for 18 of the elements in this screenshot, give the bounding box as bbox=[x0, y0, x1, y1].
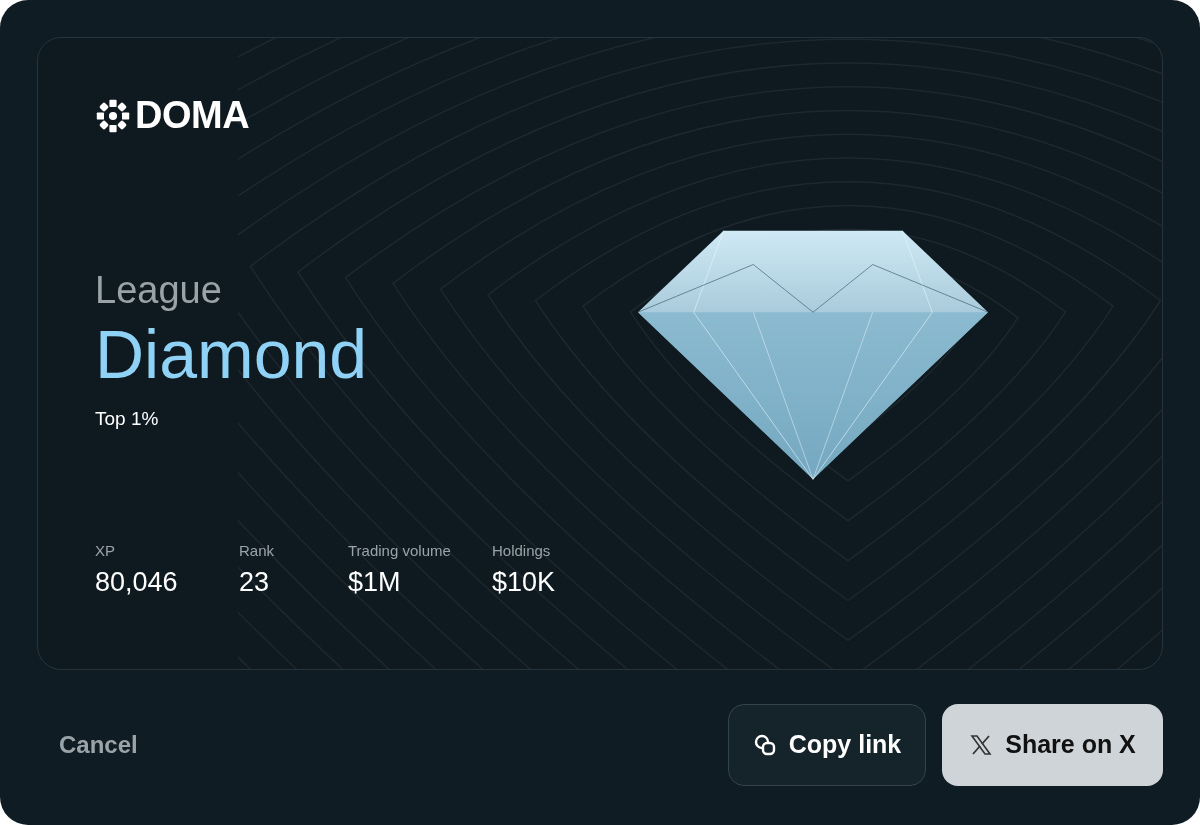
cancel-button[interactable]: Cancel bbox=[37, 730, 138, 759]
copy-link-button[interactable]: Copy link bbox=[728, 703, 926, 786]
logo-icon bbox=[95, 97, 131, 134]
stat-label: Rank bbox=[239, 542, 276, 559]
stat-value: 23 bbox=[239, 567, 271, 598]
stat-label: Holdings bbox=[492, 542, 552, 559]
share-on-x-button[interactable]: Share on X bbox=[942, 703, 1163, 786]
brand-name: DOMA bbox=[135, 94, 250, 137]
league-title: Diamond bbox=[95, 320, 368, 388]
stat-value: $10K bbox=[492, 567, 556, 598]
stat-label: Trading volume bbox=[348, 542, 452, 559]
stat-value: 80,046 bbox=[95, 567, 179, 598]
league-label: League bbox=[95, 269, 222, 312]
stat-label: XP bbox=[95, 542, 116, 559]
copy-icon bbox=[752, 732, 777, 757]
percentile-text: Top 1% bbox=[95, 408, 159, 430]
x-logo-icon bbox=[969, 732, 994, 757]
stat-value: $1M bbox=[348, 567, 402, 598]
